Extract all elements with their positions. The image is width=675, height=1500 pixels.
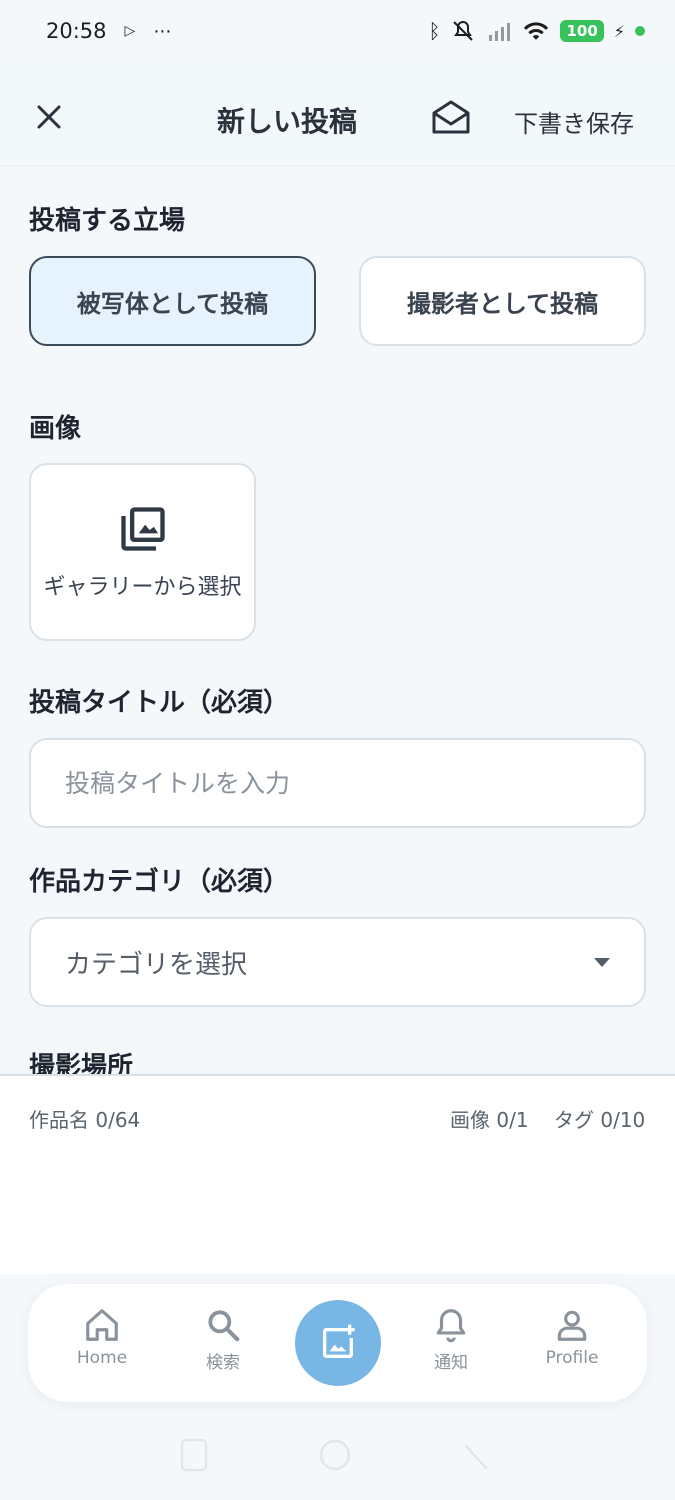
location-label: 撮影場所 (29, 1052, 134, 1074)
category-label: 作品カテゴリ（必須） (29, 867, 290, 897)
play-icon: ▷ (124, 23, 136, 39)
envelope-icon[interactable] (430, 98, 472, 136)
nav-profile-label: Profile (545, 1348, 599, 1368)
position-photographer-button[interactable]: 撮影者として投稿 (359, 256, 646, 346)
nav-search-label: 検索 (206, 1353, 240, 1373)
title-field (29, 738, 646, 828)
nav-search[interactable]: 検索 (178, 1306, 268, 1373)
wifi-icon (524, 22, 549, 40)
charging-icon: ⚡ (613, 21, 625, 41)
more-dots-icon: ⋯ (153, 20, 172, 42)
mute-icon (453, 20, 474, 41)
home-icon (86, 1309, 118, 1341)
signal-icon (489, 23, 511, 41)
gallery-select-label: ギャラリーから選択 (43, 575, 242, 600)
position-subject-button[interactable]: 被写体として投稿 (29, 256, 316, 346)
search-icon (208, 1310, 240, 1342)
nav-home-label: Home (76, 1348, 128, 1368)
counter-bar: 作品名 0/64 画像 0/1 タグ 0/10 (0, 1074, 675, 1274)
gallery-select-button[interactable]: ギャラリーから選択 (29, 463, 256, 641)
status-bar: 20:58 ▷ ⋯ ᛒ 100 ⚡ (0, 0, 675, 62)
nav-notify-label: 通知 (434, 1353, 468, 1373)
home-system-button[interactable] (318, 1438, 352, 1472)
nav-home[interactable]: Home (57, 1306, 147, 1368)
tag-counter: タグ 0/10 (554, 1108, 646, 1132)
position-label: 投稿する立場 (29, 206, 186, 236)
photo-library-icon (120, 507, 165, 551)
category-select-value: カテゴリを選択 (65, 949, 248, 980)
caret-down-icon (594, 957, 610, 967)
title-label: 投稿タイトル（必須） (29, 688, 290, 718)
person-icon (557, 1310, 587, 1341)
nav-profile[interactable]: Profile (527, 1306, 617, 1368)
work-name-counter: 作品名 0/64 (29, 1108, 141, 1132)
privacy-dot (635, 26, 645, 36)
add-photo-icon (323, 1324, 355, 1358)
bluetooth-icon: ᛒ (428, 19, 441, 43)
recents-button[interactable] (180, 1438, 208, 1472)
title-input[interactable] (65, 768, 610, 798)
nav-notify[interactable]: 通知 (406, 1306, 496, 1373)
new-post-fab[interactable] (295, 1300, 381, 1386)
draft-save-button[interactable]: 下書き保存 (514, 104, 634, 139)
back-button[interactable] (462, 1438, 490, 1472)
battery-indicator: 100 (560, 20, 604, 42)
status-time: 20:58 (46, 19, 107, 43)
category-select[interactable]: カテゴリを選択 (29, 917, 646, 1007)
image-counter: 画像 0/1 (450, 1108, 529, 1132)
bottom-nav: Home 検索 通知 Profile (28, 1284, 647, 1402)
image-label: 画像 (29, 414, 82, 444)
app-header: 新しい投稿 下書き保存 (0, 62, 675, 166)
bell-icon (436, 1309, 466, 1343)
